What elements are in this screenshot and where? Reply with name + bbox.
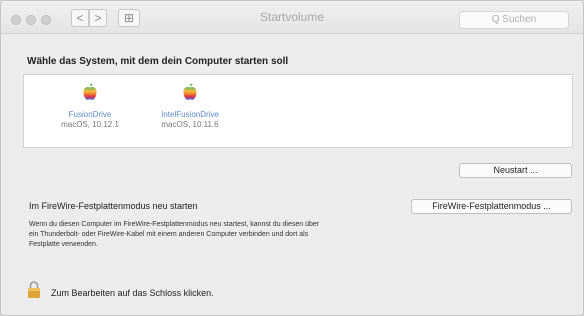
- disk-name: IntelFusionDrive: [161, 110, 219, 119]
- restart-button[interactable]: Neustart ...: [459, 163, 572, 178]
- apple-logo-icon: [83, 83, 97, 100]
- lock-hint-text: Zum Bearbeiten auf das Schloss klicken.: [51, 288, 214, 298]
- disk-os-version: macOS, 10.11.6: [161, 120, 219, 129]
- disk-list: FusionDrive macOS, 10.12.1 IntelFusionDr…: [23, 74, 573, 148]
- search-input[interactable]: Q Suchen: [459, 11, 569, 29]
- disk-name: FusionDrive: [68, 110, 112, 119]
- firewire-disk-mode-button[interactable]: FireWire-Festplattenmodus ...: [411, 199, 572, 214]
- disk-item[interactable]: FusionDrive macOS, 10.12.1: [50, 83, 130, 129]
- disk-os-version: macOS, 10.12.1: [61, 120, 119, 129]
- apple-logo-icon: [183, 83, 197, 100]
- preferences-window: < > ⊞ Startvolume Q Suchen Wähle das Sys…: [0, 0, 584, 316]
- startup-disk-heading: Wähle das System, mit dem dein Computer …: [27, 56, 289, 67]
- title-bar: < > ⊞ Startvolume Q Suchen: [1, 1, 583, 34]
- firewire-description: Wenn du diesen Computer im FireWire-Fest…: [29, 221, 320, 248]
- lock-icon[interactable]: [27, 280, 41, 299]
- firewire-title: Im FireWire-Festplattenmodus neu starten: [29, 201, 198, 211]
- disk-item[interactable]: IntelFusionDrive macOS, 10.11.6: [150, 83, 230, 129]
